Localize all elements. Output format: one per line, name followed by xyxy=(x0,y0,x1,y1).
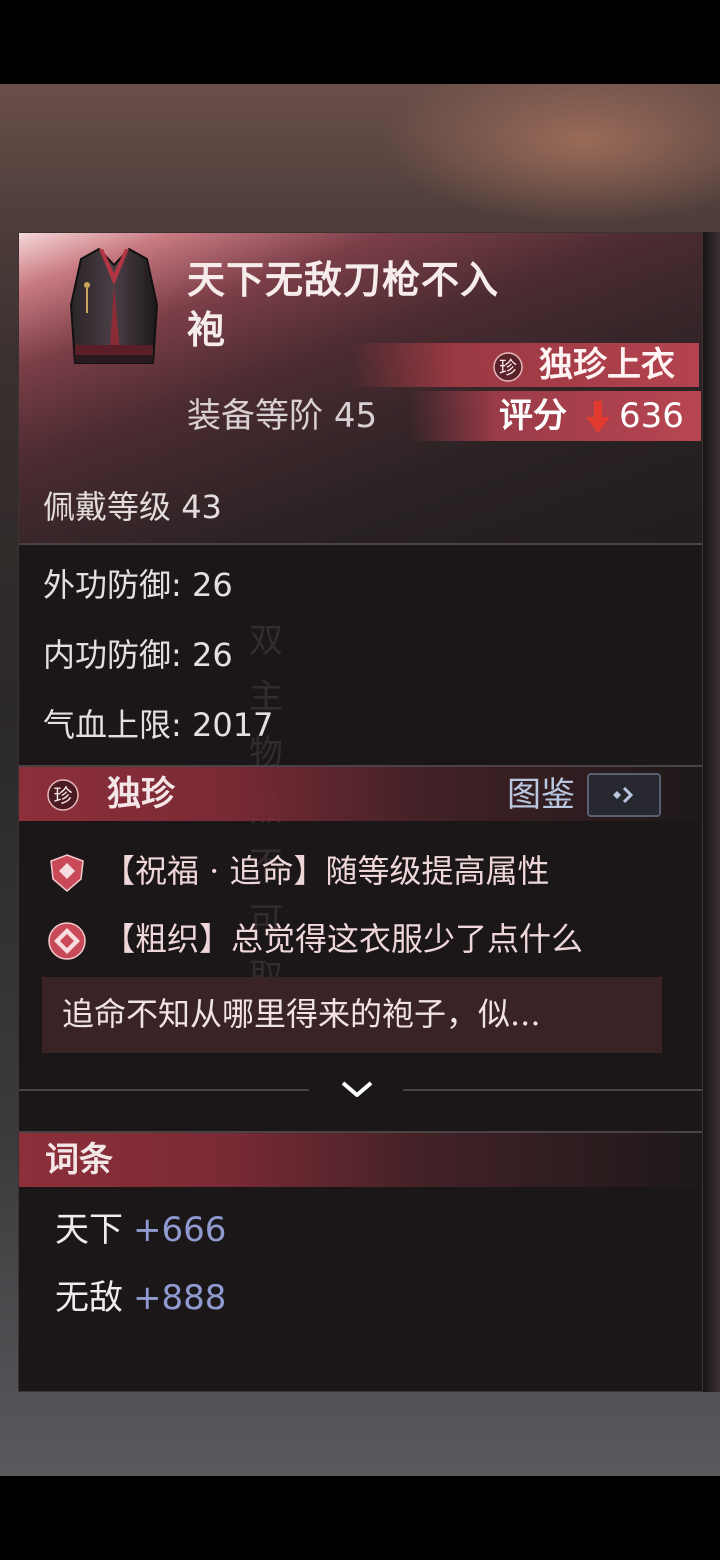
zhen-rarity-icon: 珍 xyxy=(47,779,79,811)
rarity-label: 独珍上衣 xyxy=(539,345,675,385)
affix-row: 天下 +666 xyxy=(55,1207,226,1253)
stat-value: 26 xyxy=(191,566,233,604)
diamond-icon xyxy=(48,922,86,960)
stat-value: 26 xyxy=(191,636,233,674)
adjacent-panel-edge xyxy=(703,232,720,1392)
stat-label: 内功防御: xyxy=(43,636,182,674)
item-header: 天下无敌刀枪不入袍 珍 独珍上衣 装备等阶 45 评分 636 佩戴等级 43 xyxy=(19,233,702,543)
stat-row: 气血上限: 2017 xyxy=(43,703,273,747)
wear-level-label: 佩戴等级 xyxy=(43,488,172,526)
affix-name: 无敌 xyxy=(55,1278,123,1318)
item-tooltip-panel: 天下无敌刀枪不入袍 珍 独珍上衣 装备等阶 45 评分 636 佩戴等级 43 … xyxy=(18,232,703,1392)
shield-icon xyxy=(50,854,84,892)
affix-row: 无敌 +888 xyxy=(55,1275,226,1321)
equip-tier: 装备等阶 45 xyxy=(187,393,377,439)
stat-label: 气血上限: xyxy=(43,706,182,744)
divider xyxy=(403,1089,702,1091)
effect-text: 【祝福 · 追命】随等级提高属性 xyxy=(103,852,550,890)
stat-row: 外功防御: 26 xyxy=(43,563,233,607)
navigation-bar xyxy=(0,1476,720,1560)
wear-level-value: 43 xyxy=(181,488,222,526)
affix-value: +666 xyxy=(133,1210,227,1250)
affix-section-header xyxy=(19,1133,702,1187)
chevron-right-icon xyxy=(613,786,634,804)
item-description: 追命不知从哪里得来的袍子，似... xyxy=(42,977,662,1053)
atlas-button[interactable] xyxy=(587,773,661,817)
arrow-down-icon xyxy=(586,401,610,433)
divider xyxy=(19,1089,309,1091)
affix-name: 天下 xyxy=(55,1210,123,1250)
item-name: 天下无敌刀枪不入袍 xyxy=(187,257,500,352)
chevron-down-icon[interactable] xyxy=(339,1075,375,1103)
svg-text:珍: 珍 xyxy=(53,785,72,807)
effect-text: 【粗织】总觉得这衣服少了点什么 xyxy=(103,920,584,958)
zhen-rarity-icon: 珍 xyxy=(493,352,523,382)
equip-tier-label: 装备等阶 xyxy=(187,396,323,436)
equip-tier-value: 45 xyxy=(333,396,378,436)
unique-section-title: 独珍 xyxy=(107,774,175,814)
stat-row: 内功防御: 26 xyxy=(43,633,233,677)
affix-section-title: 词条 xyxy=(45,1140,113,1180)
svg-text:珍: 珍 xyxy=(499,358,517,379)
status-bar xyxy=(0,0,720,84)
score-label: 评分 xyxy=(499,396,567,436)
score-value: 636 xyxy=(619,396,684,436)
atlas-label[interactable]: 图鉴 xyxy=(507,773,575,817)
divider xyxy=(19,543,702,545)
stat-label: 外功防御: xyxy=(43,566,182,604)
description-text: 追命不知从哪里得来的袍子，似... xyxy=(62,995,541,1033)
affix-value: +888 xyxy=(133,1278,227,1318)
robe-item-icon xyxy=(69,247,159,364)
wear-level: 佩戴等级 43 xyxy=(43,485,222,529)
